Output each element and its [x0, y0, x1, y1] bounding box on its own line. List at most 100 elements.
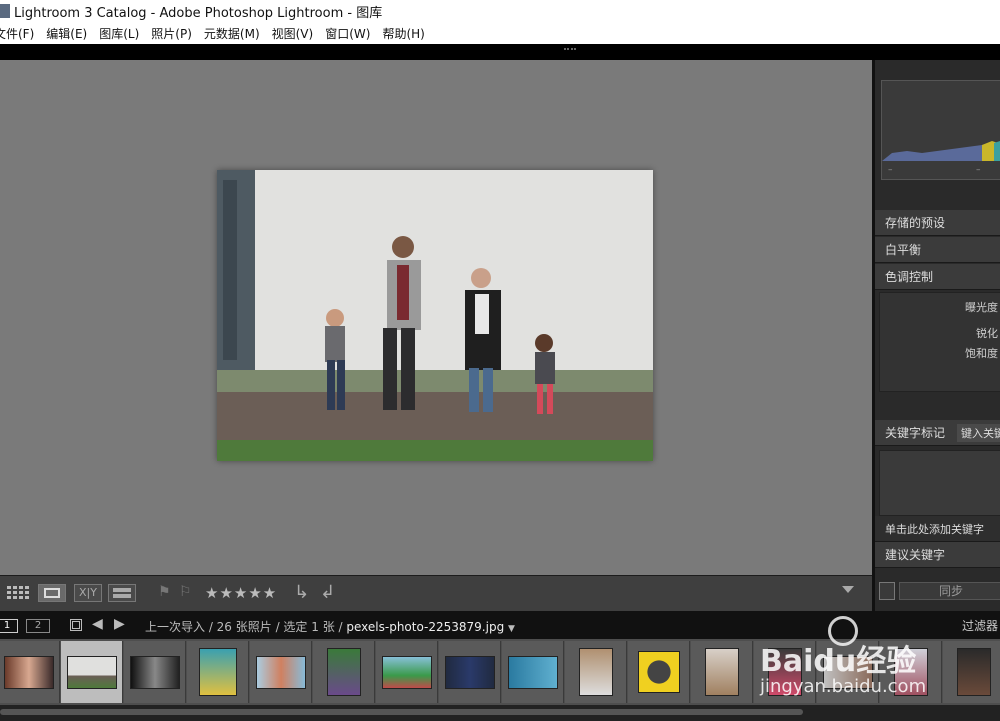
thumbnail-selected[interactable]	[61, 641, 123, 703]
reject-flag-icon[interactable]: ⚐	[179, 584, 192, 600]
survey-view-icon	[113, 588, 131, 598]
thumbnail[interactable]	[691, 641, 753, 703]
source-info: 上一次导入 / 26 张照片 / 选定 1 张 /	[145, 620, 347, 634]
sharpen-label: 锐化	[976, 327, 998, 340]
rotate-left-icon[interactable]: ↳	[294, 582, 309, 603]
loupe-view-button[interactable]	[38, 584, 66, 602]
quick-develop-controls: 曝光度 锐化 饱和度	[879, 292, 1000, 392]
histogram-tick-left: –	[888, 165, 893, 175]
compare-view-icon: X|Y	[79, 586, 97, 599]
thumbnail-image	[255, 655, 306, 689]
thumbnail-image	[381, 655, 432, 689]
main-photo[interactable]	[217, 170, 653, 461]
panel-grip-icon[interactable]	[564, 48, 576, 52]
grid-view-icon	[7, 586, 29, 599]
flag-controls[interactable]: ⚑ ⚐	[158, 584, 192, 600]
window-title: Lightroom 3 Catalog - Adobe Photoshop Li…	[14, 5, 383, 21]
menu-edit[interactable]: 编辑(E)	[46, 25, 87, 42]
thumbnail-image	[704, 648, 739, 696]
panel-white-balance[interactable]: 白平衡	[875, 237, 1000, 263]
module-header-collapsed[interactable]	[0, 44, 1000, 60]
thumbnail-image	[3, 655, 54, 689]
filter-label[interactable]: 过滤器	[962, 617, 998, 634]
page-2-button[interactable]: 2	[26, 619, 50, 633]
thumbnail[interactable]	[628, 641, 690, 703]
filmstrip-scroll-thumb[interactable]	[0, 709, 803, 715]
histogram-tick-mid: –	[976, 165, 981, 175]
thumbnail[interactable]	[565, 641, 627, 703]
menu-library[interactable]: 图库(L)	[99, 25, 139, 42]
thumbnail[interactable]	[124, 641, 186, 703]
page-2-label: 2	[34, 620, 42, 631]
current-filename: pexels-photo-2253879.jpg	[346, 620, 505, 634]
toolbar: X|Y ⚑ ⚐ ★★★★★ ↳ ↲	[0, 575, 872, 611]
keywords-text-area[interactable]	[879, 450, 1000, 516]
white-balance-label: 白平衡	[885, 243, 922, 257]
thumbnail-image	[507, 655, 558, 689]
pick-flag-icon[interactable]: ⚑	[158, 584, 171, 600]
thumbnail[interactable]	[943, 641, 1000, 703]
sync-toggle-icon[interactable]	[879, 582, 895, 600]
thumbnail[interactable]	[313, 641, 375, 703]
thumbnail[interactable]	[376, 641, 438, 703]
lightroom-app-icon	[0, 4, 10, 18]
thumbnail[interactable]	[502, 641, 564, 703]
menu-metadata[interactable]: 元数据(M)	[204, 25, 260, 42]
menu-file[interactable]: 文件(F)	[0, 25, 34, 42]
right-panel: – – 存储的预设 白平衡 色调控制 曝光度 锐化 饱和度 关键字标记 键入关键…	[872, 60, 1000, 615]
histogram: – –	[881, 80, 1000, 180]
page-1-button[interactable]: 1	[0, 619, 18, 633]
menu-bar: 文件(F) 编辑(E) 图库(L) 照片(P) 元数据(M) 视图(V) 窗口(…	[0, 22, 1000, 44]
page-1-label: 1	[3, 620, 11, 631]
loupe-view-icon	[44, 588, 60, 598]
saturation-label: 饱和度	[965, 347, 998, 360]
menu-photo[interactable]: 照片(P)	[151, 25, 192, 42]
watermark-url: jingyan.baidu.com	[760, 676, 927, 697]
thumbnail[interactable]	[439, 641, 501, 703]
rotate-right-icon[interactable]: ↲	[320, 582, 335, 603]
menu-help[interactable]: 帮助(H)	[382, 25, 424, 42]
survey-view-button[interactable]	[108, 584, 136, 602]
thumbnail-image	[444, 655, 495, 689]
add-keyword-hint[interactable]: 单击此处添加关键字	[875, 516, 1000, 542]
thumbnail-image	[198, 648, 237, 696]
watermark-brand: Baidu经验	[760, 644, 917, 679]
filmstrip-scrollbar[interactable]	[0, 705, 1000, 721]
thumbnail[interactable]	[0, 641, 60, 703]
keywording-label: 关键字标记	[885, 426, 946, 440]
thumbnail[interactable]	[250, 641, 312, 703]
thumbnail-image	[578, 648, 613, 696]
saved-preset-label: 存储的预设	[885, 216, 946, 230]
panel-tone-control[interactable]: 色调控制	[875, 264, 1000, 290]
source-dropdown-icon[interactable]: ▼	[508, 624, 515, 634]
panel-suggested-keywords[interactable]: 建议关键字	[875, 542, 1000, 568]
sync-label: 同步	[938, 584, 963, 598]
source-breadcrumb[interactable]: 上一次导入 / 26 张照片 / 选定 1 张 / pexels-photo-2…	[145, 618, 515, 635]
menu-view[interactable]: 视图(V)	[272, 25, 314, 42]
panel-saved-preset[interactable]: 存储的预设	[875, 210, 1000, 236]
back-arrow-icon[interactable]: ◀	[92, 616, 103, 632]
menu-window[interactable]: 窗口(W)	[325, 25, 370, 42]
sync-button[interactable]: 同步	[899, 582, 1000, 600]
suggested-keywords-label: 建议关键字	[885, 548, 946, 562]
star-rating[interactable]: ★★★★★	[205, 584, 277, 602]
add-keyword-hint-text: 单击此处添加关键字	[885, 522, 984, 536]
panel-keywording[interactable]: 关键字标记 键入关键	[875, 420, 1000, 446]
family-photo-image	[217, 170, 653, 461]
sync-bar: 同步	[875, 578, 1000, 604]
toolbar-menu-chevron-icon[interactable]	[842, 586, 854, 593]
thumbnail[interactable]	[187, 641, 249, 703]
thumbnail-image	[956, 648, 991, 696]
keywords-input[interactable]: 键入关键	[957, 424, 1000, 442]
exposure-label: 曝光度	[965, 301, 998, 314]
tone-control-label: 色调控制	[885, 270, 934, 284]
thumbnail-image	[637, 651, 680, 693]
thumbnail-image	[326, 648, 361, 696]
thumbnail-image	[129, 655, 180, 689]
grid-icon[interactable]	[70, 619, 82, 631]
grid-view-button[interactable]	[6, 584, 32, 602]
compare-view-button[interactable]: X|Y	[74, 584, 102, 602]
forward-arrow-icon[interactable]: ▶	[114, 616, 125, 632]
thumbnail-image	[66, 655, 117, 689]
histogram-graph	[882, 141, 1000, 161]
